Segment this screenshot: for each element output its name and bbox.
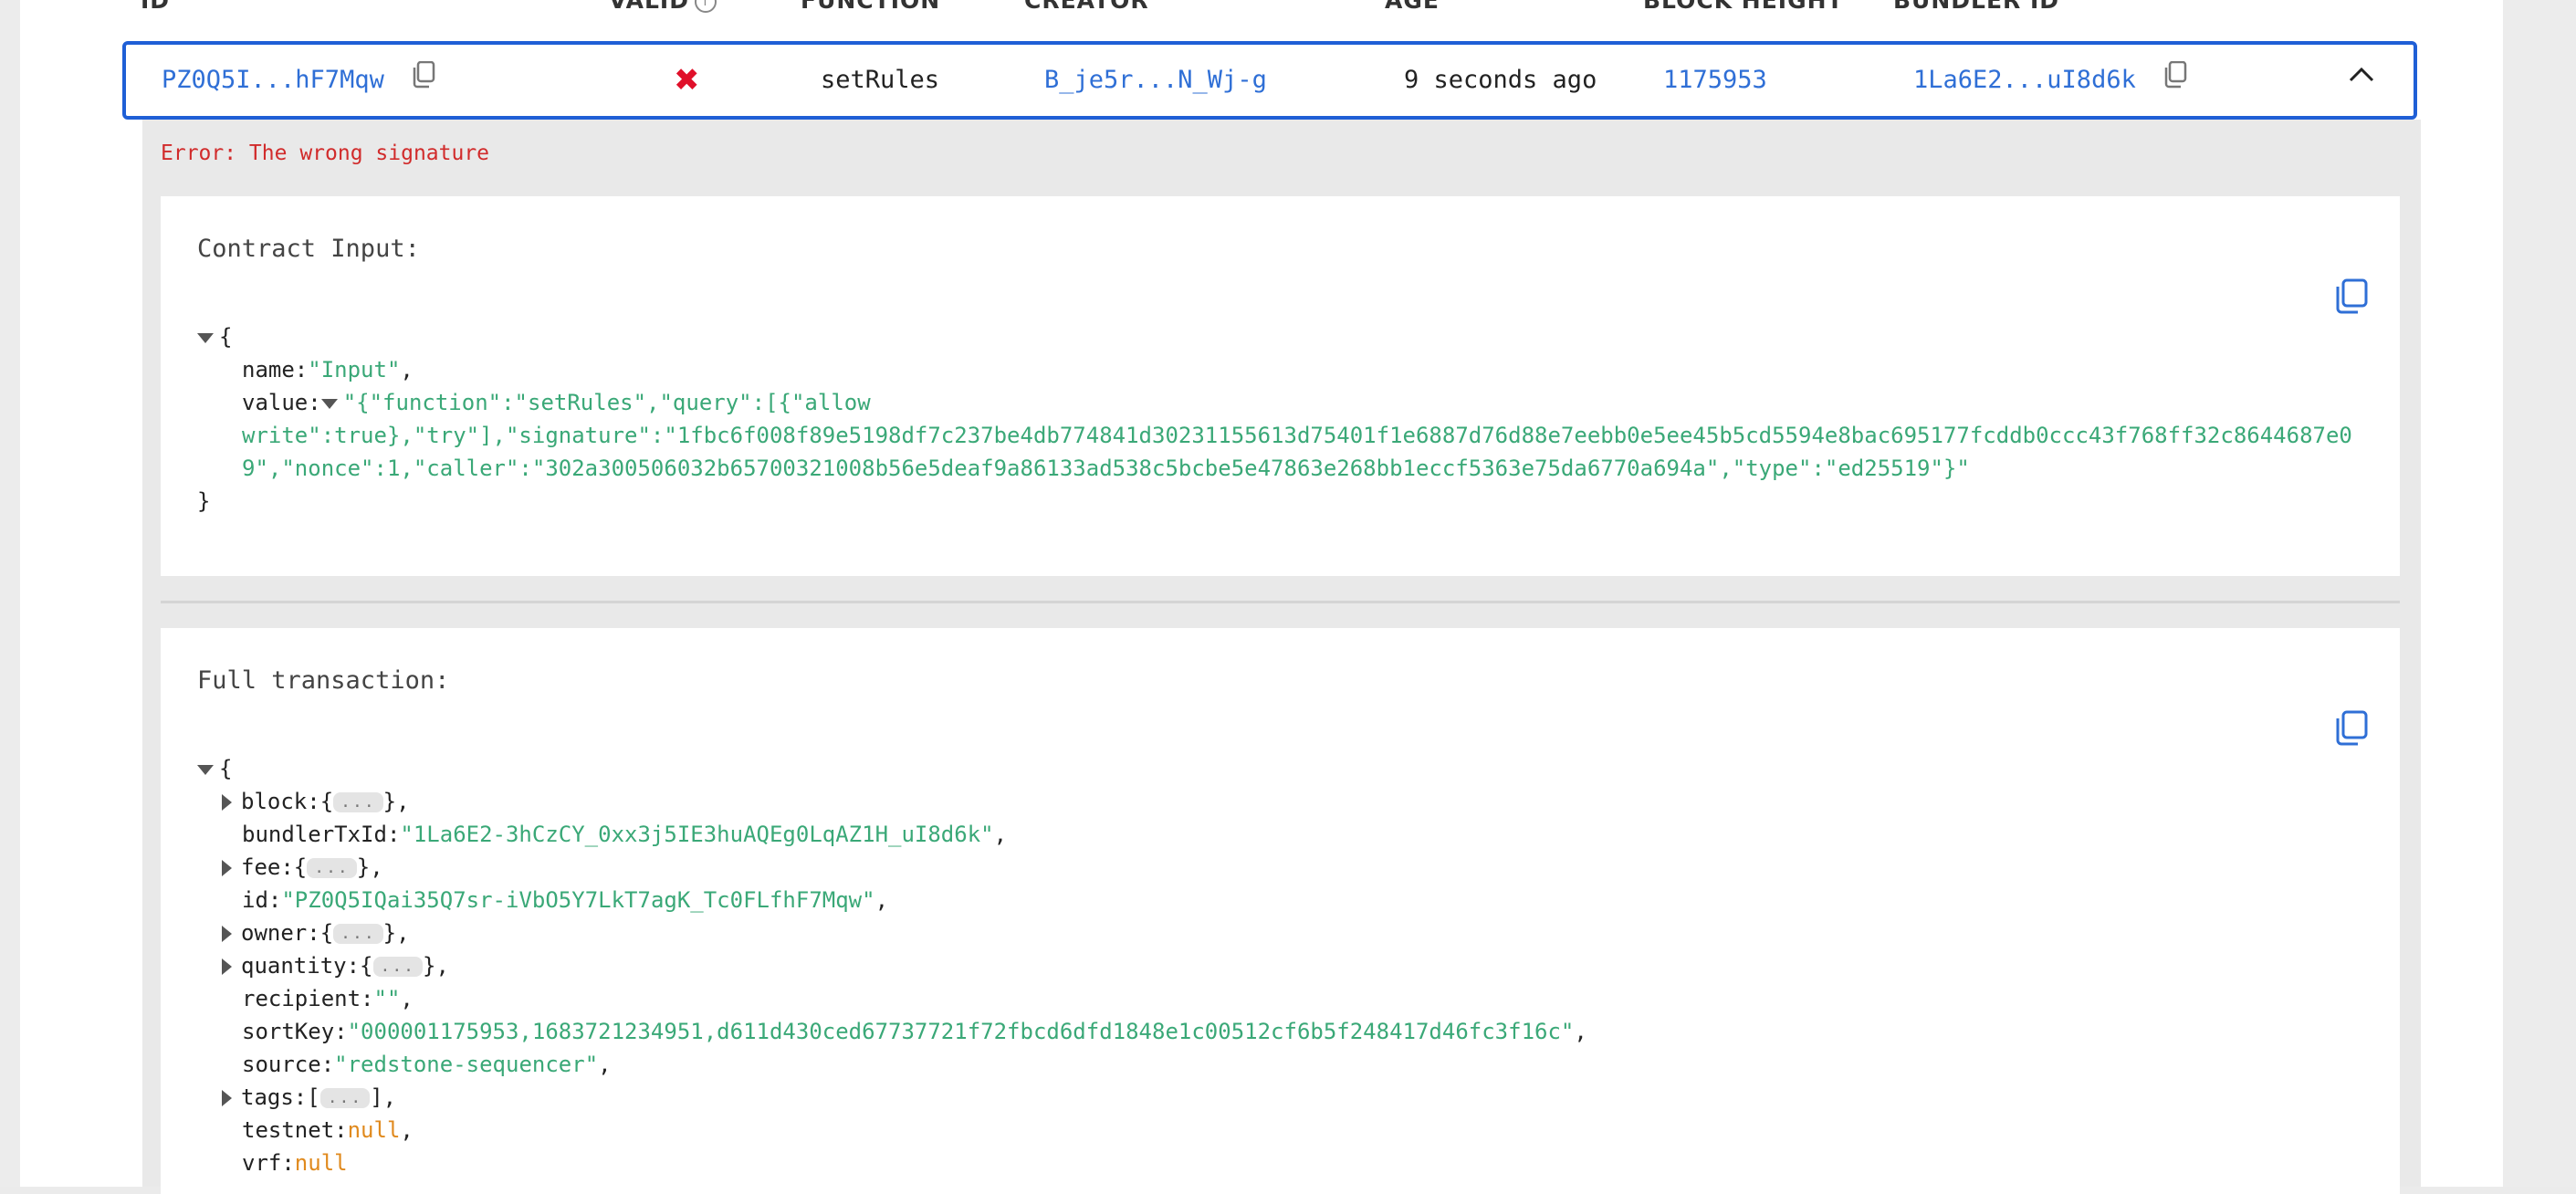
json-string: "000001175953,1683721234951,d611d430ced6… — [347, 1019, 1575, 1044]
expand-toggle-icon[interactable] — [222, 958, 232, 975]
json-recipient-line: recipient:"", — [242, 986, 414, 1011]
json-string: "redstone-sequencer" — [334, 1052, 599, 1077]
json-bundlertxid-line: bundlerTxId:"1La6E2-3hCzCY_0xx3j5IE3huAQ… — [242, 822, 1008, 847]
interactions-table: ID VALID i FUNCTION CREATOR AGE BLOCK HEI… — [20, 0, 2503, 1194]
json-string: "Input" — [308, 357, 401, 382]
json-root: { — [197, 752, 232, 785]
page-gutter-left — [0, 0, 20, 1187]
expand-toggle-icon[interactable] — [222, 794, 232, 811]
full-transaction-panel: Full transaction: { block:{...}, bundler… — [161, 628, 2400, 1194]
contract-input-title: Contract Input: — [197, 235, 420, 263]
json-brace: { — [219, 324, 233, 350]
json-key: quantity: — [241, 953, 361, 979]
header-age: AGE — [1385, 0, 1440, 14]
expand-toggle-icon[interactable] — [222, 860, 232, 876]
divider — [161, 601, 2400, 603]
json-string: "{"function":"setRules","query":[{"allow — [342, 390, 871, 415]
json-vrf-line: vrf:null — [242, 1147, 348, 1179]
contract-input-panel: Contract Input: { name:"Input", value: "{… — [161, 196, 2400, 576]
block-height-link[interactable]: 1175953 — [1663, 45, 1767, 116]
header-block-height: BLOCK HEIGHT — [1643, 0, 1844, 14]
header-valid-label: VALID — [609, 0, 689, 14]
json-string: "1La6E2-3hCzCY_0xx3j5IE3huAQEg0LqAZ1H_uI… — [400, 822, 994, 847]
collapsed-ellipsis[interactable]: ... — [333, 924, 383, 944]
json-block-line: block:{...}, — [222, 785, 410, 818]
header-valid: VALID i — [609, 0, 717, 14]
info-icon[interactable]: i — [694, 0, 717, 13]
json-testnet-line: testnet:null, — [242, 1117, 414, 1143]
table-row[interactable]: PZ0Q5I...hF7Mqw ✖ setRules B_je5r...N_Wj… — [122, 41, 2417, 120]
json-null: null — [294, 1150, 348, 1176]
expand-toggle-icon[interactable] — [222, 926, 232, 942]
cross-icon: ✖ — [674, 62, 700, 99]
json-key: vrf: — [242, 1150, 295, 1176]
collapse-toggle-icon[interactable] — [197, 764, 214, 775]
header-function: FUNCTION — [801, 0, 941, 14]
json-key: bundlerTxId: — [242, 822, 401, 847]
json-brace: } — [197, 488, 211, 514]
json-key: recipient: — [242, 986, 374, 1011]
collapsed-ellipsis[interactable]: ... — [372, 957, 424, 977]
json-quantity-line: quantity:{...}, — [222, 949, 449, 982]
table-header: ID VALID i FUNCTION CREATOR AGE BLOCK HEI… — [20, 0, 2503, 15]
header-id: ID — [141, 0, 171, 14]
expand-toggle-icon[interactable] — [222, 1090, 232, 1106]
collapse-toggle-icon[interactable] — [197, 332, 214, 343]
header-creator: CREATOR — [1024, 0, 1149, 14]
json-root: { — [197, 320, 232, 353]
json-key: fee: — [241, 854, 294, 880]
creator-link[interactable]: B_je5r...N_Wj-g — [1044, 45, 1267, 116]
collapse-toggle-icon[interactable] — [320, 398, 338, 409]
copy-icon[interactable] — [412, 46, 435, 117]
json-value-line: value: "{"function":"setRules","query":[{… — [242, 386, 871, 419]
json-key: source: — [242, 1052, 335, 1077]
collapsed-ellipsis[interactable]: ... — [333, 792, 383, 812]
chevron-up-icon[interactable] — [2348, 65, 2375, 87]
error-message: Error: The wrong signature — [161, 141, 490, 165]
json-fee-line: fee:{...}, — [222, 851, 383, 884]
json-owner-line: owner:{...}, — [222, 916, 410, 949]
json-comma: , — [400, 357, 414, 382]
json-string: "" — [373, 986, 401, 1011]
json-name-line: name:"Input", — [242, 353, 414, 386]
interaction-id-link[interactable]: PZ0Q5I...hF7Mqw — [162, 66, 384, 94]
row-age: 9 seconds ago — [1404, 66, 1597, 94]
copy-icon[interactable] — [2163, 46, 2187, 117]
row-function: setRules — [821, 66, 940, 94]
json-value-wrap: write":true},"try"],"signature":"1fbc6f0… — [242, 423, 2352, 448]
json-string: "PZ0Q5IQai35Q7sr-iVbO5Y7LkT7agK_Tc0FLfhF… — [281, 887, 875, 913]
copy-icon[interactable] — [2334, 278, 2369, 319]
json-key: owner: — [241, 920, 320, 946]
json-key: block: — [241, 789, 320, 814]
full-transaction-title: Full transaction: — [197, 666, 450, 695]
json-key: id: — [242, 887, 282, 913]
json-value-wrap: 9","nonce":1,"caller":"302a300506032b657… — [242, 456, 1970, 481]
collapsed-ellipsis[interactable]: ... — [319, 1088, 371, 1108]
json-key: sortKey: — [242, 1019, 348, 1044]
json-brace: { — [219, 756, 233, 781]
json-sortkey-line: sortKey:"000001175953,1683721234951,d611… — [242, 1019, 1587, 1044]
copy-icon[interactable] — [2334, 710, 2369, 750]
json-key: tags: — [241, 1084, 308, 1110]
collapsed-ellipsis[interactable]: ... — [307, 858, 357, 878]
json-key: value: — [242, 390, 321, 415]
json-key: name: — [242, 357, 309, 382]
page-gutter-right — [2503, 0, 2576, 1187]
json-null: null — [347, 1117, 401, 1143]
json-id-line: id:"PZ0Q5IQai35Q7sr-iVbO5Y7LkT7agK_Tc0FL… — [242, 887, 889, 913]
json-key: testnet: — [242, 1117, 348, 1143]
header-bundler-id: BUNDLER ID — [1893, 0, 2060, 14]
json-tags-line: tags:[...], — [222, 1081, 396, 1114]
json-source-line: source:"redstone-sequencer", — [242, 1052, 612, 1077]
row-details: Error: The wrong signature Contract Inpu… — [142, 120, 2421, 1194]
row-id-cell: PZ0Q5I...hF7Mqw — [162, 45, 435, 116]
bundler-id-link[interactable]: 1La6E2...uI8d6k — [1913, 66, 2136, 94]
row-bundler-cell: 1La6E2...uI8d6k — [1913, 45, 2187, 116]
